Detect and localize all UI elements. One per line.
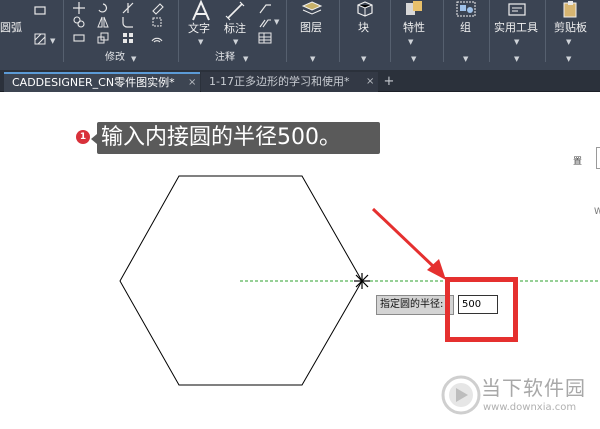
- panel-separator: [545, 0, 546, 62]
- file-tab-label: CADDESIGNER_CN零件图实例*: [12, 76, 175, 89]
- group-icon[interactable]: [455, 0, 477, 18]
- properties-icon[interactable]: [403, 0, 425, 18]
- stretch-icon[interactable]: [72, 31, 86, 45]
- move-icon[interactable]: [72, 1, 86, 15]
- layers-dropdown-icon[interactable]: ▼: [310, 55, 315, 63]
- layers-button[interactable]: 图层: [300, 22, 322, 34]
- panel-separator: [178, 0, 179, 62]
- rectangle-icon[interactable]: [33, 3, 47, 17]
- properties-dropdown-icon[interactable]: ▼: [408, 38, 413, 46]
- file-tab[interactable]: 1-17正多边形的学习和使用* ×: [201, 72, 378, 92]
- utilities-button[interactable]: 实用工具: [494, 22, 538, 34]
- watermark-name: 当下软件园: [481, 376, 586, 400]
- leader-dropdown-icon[interactable]: ▼: [274, 18, 279, 26]
- clipboard-icon[interactable]: [560, 0, 582, 18]
- group-button[interactable]: 组: [460, 22, 471, 34]
- tab-close-icon[interactable]: ×: [188, 74, 196, 92]
- fillet-icon[interactable]: [121, 15, 135, 29]
- watermark-logo-icon: [440, 374, 482, 416]
- panel-separator: [443, 0, 444, 62]
- utilities-dropdown-icon[interactable]: ▼: [514, 38, 519, 46]
- crosshair-cursor-icon: [354, 273, 370, 289]
- array-icon[interactable]: [121, 31, 135, 45]
- properties-panel-dropdown-icon[interactable]: ▼: [411, 55, 416, 63]
- multileader-icon[interactable]: [258, 15, 272, 29]
- text-dropdown-icon[interactable]: ▼: [198, 38, 203, 46]
- erase-icon[interactable]: [150, 1, 164, 15]
- draw-dropdown-icon[interactable]: ▼: [50, 37, 55, 45]
- dimension-icon[interactable]: [224, 0, 246, 22]
- panel-letter: W: [594, 207, 600, 217]
- file-tab-bar: CADDESIGNER_CN零件图实例* × 1-17正多边形的学习和使用* ×…: [0, 70, 600, 92]
- panel-separator: [339, 0, 340, 62]
- hatch-icon[interactable]: [33, 32, 47, 46]
- modify-panel-label[interactable]: 修改: [105, 52, 125, 64]
- utilities-icon[interactable]: [506, 0, 528, 18]
- text-button[interactable]: 文字: [188, 23, 210, 35]
- tab-close-icon[interactable]: ×: [366, 72, 374, 92]
- clipboard-dropdown-icon[interactable]: ▼: [566, 38, 571, 46]
- arc-label[interactable]: 圆弧: [0, 22, 22, 34]
- new-tab-button[interactable]: +: [381, 72, 397, 92]
- properties-button[interactable]: 特性: [403, 22, 425, 34]
- trim-icon[interactable]: [121, 1, 135, 15]
- highlight-box: [445, 277, 518, 342]
- scale-icon[interactable]: [96, 31, 110, 45]
- dimension-dropdown-icon[interactable]: ▼: [233, 38, 238, 46]
- modify-dropdown-icon[interactable]: ▼: [131, 55, 136, 63]
- text-icon[interactable]: [190, 0, 212, 22]
- panel-label: 置: [573, 157, 583, 167]
- file-tab-active[interactable]: CADDESIGNER_CN零件图实例* ×: [4, 72, 200, 92]
- offset-icon[interactable]: [150, 31, 164, 45]
- drawing-canvas[interactable]: 1 输入内接圆的半径500。 指定圆的半径: 500 置 W 当下软件园 www…: [0, 92, 600, 429]
- panel-separator: [286, 0, 287, 62]
- block-icon[interactable]: [354, 0, 376, 18]
- annotation-panel-label[interactable]: 注释: [215, 52, 235, 64]
- ribbon: 圆弧 ▼ 修改 ▼ 文字 ▼ 标注 ▼ ▼ 注释 ▼ 图层 ▼ 块 ▼ 特性 ▼…: [0, 0, 600, 70]
- annotation-dropdown-icon[interactable]: ▼: [243, 55, 248, 63]
- panel-separator: [63, 0, 64, 62]
- watermark-url: www.downxia.com: [483, 402, 577, 413]
- panel-separator: [489, 0, 490, 62]
- annotation-arrow: [371, 207, 446, 280]
- clipboard-button[interactable]: 剪贴板: [554, 22, 587, 34]
- instruction-callout: 输入内接圆的半径500。: [97, 122, 380, 154]
- group-dropdown-icon[interactable]: ▼: [463, 55, 468, 63]
- layers-icon[interactable]: [301, 0, 323, 18]
- leader-icon[interactable]: [258, 1, 272, 15]
- block-dropdown-icon[interactable]: ▼: [361, 55, 366, 63]
- table-icon[interactable]: [258, 31, 272, 45]
- dynamic-input-prompt: 指定圆的半径:: [376, 295, 454, 315]
- mirror-icon[interactable]: [96, 15, 110, 29]
- rotate-icon[interactable]: [96, 1, 110, 15]
- panel-field[interactable]: [596, 147, 600, 169]
- block-button[interactable]: 块: [358, 22, 369, 34]
- step-number-badge: 1: [76, 130, 90, 144]
- file-tab-label: 1-17正多边形的学习和使用*: [209, 75, 350, 88]
- explode-icon[interactable]: [150, 15, 164, 29]
- clipboard-panel-dropdown-icon[interactable]: ▼: [566, 55, 571, 63]
- dimension-button[interactable]: 标注: [224, 23, 246, 35]
- panel-separator: [390, 0, 391, 62]
- utilities-panel-dropdown-icon[interactable]: ▼: [514, 55, 519, 63]
- copy-icon[interactable]: [72, 15, 86, 29]
